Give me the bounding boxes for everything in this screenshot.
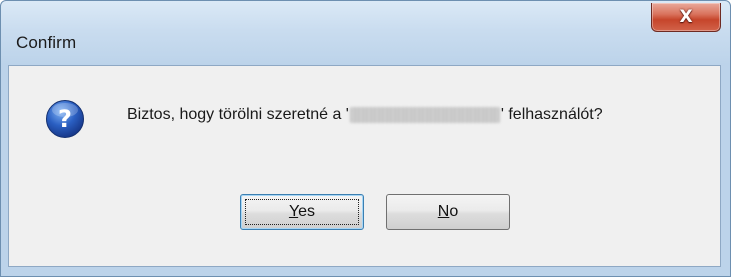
- no-mnemonic: N: [437, 203, 450, 220]
- message-prefix: Biztos, hogy törölni szeretné a ': [127, 106, 349, 123]
- confirm-message: Biztos, hogy törölni szeretné a ' ' felh…: [127, 106, 603, 124]
- no-button[interactable]: No: [386, 194, 510, 230]
- yes-button-label: Yes: [289, 203, 315, 221]
- title-bar[interactable]: Confirm X: [1, 1, 730, 64]
- window-title: Confirm: [16, 33, 77, 52]
- no-button-label: No: [438, 203, 458, 221]
- close-button[interactable]: X: [651, 3, 721, 32]
- message-suffix: ' felhasználót?: [500, 106, 603, 123]
- dialog-body: ? Biztos, hogy törölni szeretné a ' ' fe…: [8, 65, 721, 267]
- question-icon: ?: [46, 100, 84, 138]
- confirm-dialog-window: Confirm X ? Biztos, hogy törölni szeretn…: [0, 0, 731, 277]
- svg-text:?: ?: [58, 105, 72, 133]
- yes-mnemonic: Y: [288, 203, 299, 220]
- redacted-username: [349, 107, 500, 123]
- no-label-rest: o: [449, 203, 459, 220]
- yes-button[interactable]: Yes: [240, 194, 364, 230]
- close-icon: X: [679, 6, 693, 27]
- yes-label-rest: es: [298, 203, 316, 220]
